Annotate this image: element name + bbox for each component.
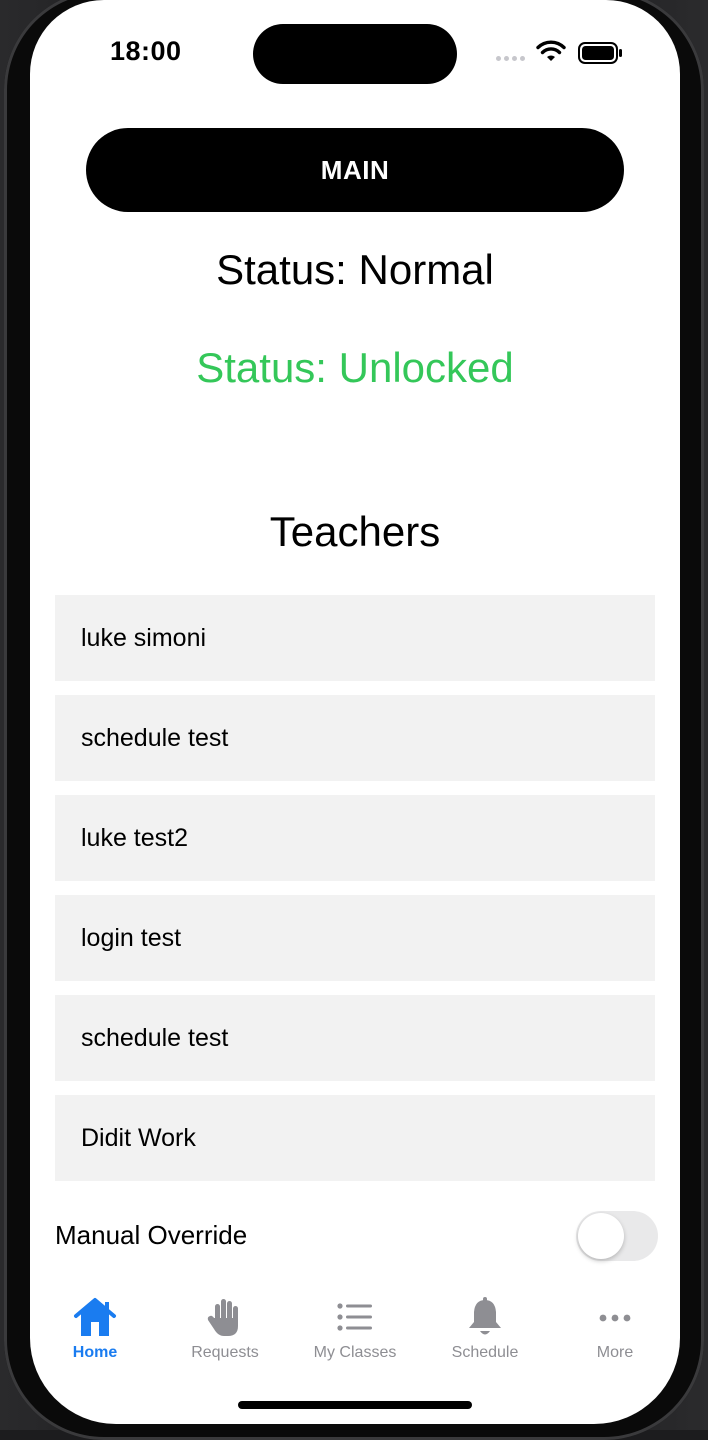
status-lock-text: Status: Unlocked (196, 344, 514, 391)
tab-requests[interactable]: Requests (160, 1290, 290, 1370)
wifi-icon (536, 40, 566, 61)
status-bar-time: 18:00 (110, 36, 182, 66)
dynamic-island (253, 24, 457, 84)
tab-home[interactable]: Home (30, 1290, 160, 1370)
teacher-row[interactable]: login test (55, 895, 655, 981)
status-bar-indicators (494, 38, 628, 68)
status-mode-text: Status: Normal (216, 246, 494, 293)
teacher-row[interactable]: schedule test (55, 995, 655, 1081)
tab-home-label: Home (72, 1344, 118, 1361)
app-screen: 18:00 MAIN Status: Normal Status: Unlock… (30, 0, 680, 1424)
house-icon (74, 1298, 116, 1336)
bell-icon (469, 1297, 501, 1335)
teacher-row[interactable]: schedule test (55, 695, 655, 781)
main-button[interactable]: MAIN (86, 128, 624, 212)
home-indicator[interactable] (238, 1401, 472, 1409)
manual-override-toggle[interactable] (576, 1211, 658, 1261)
tab-my-classes[interactable]: My Classes (290, 1290, 420, 1370)
tab-bar: Home Requests My Classes Schedule More (30, 1290, 680, 1380)
tab-my-classes-label: My Classes (313, 1344, 397, 1361)
teacher-list: luke simoni schedule test luke test2 log… (55, 595, 655, 1195)
manual-override-label: Manual Override (55, 1220, 248, 1250)
hand-icon (207, 1299, 238, 1336)
list-icon (337, 1303, 372, 1331)
tab-schedule[interactable]: Schedule (420, 1290, 550, 1370)
tab-schedule-label: Schedule (451, 1344, 519, 1361)
ellipsis-icon (599, 1314, 631, 1322)
tab-requests-label: Requests (191, 1344, 259, 1361)
teacher-row[interactable]: Didit Work (55, 1095, 655, 1181)
toggle-knob (578, 1213, 624, 1259)
teachers-heading: Teachers (269, 508, 441, 555)
teacher-row[interactable]: luke simoni (55, 595, 655, 681)
teacher-row[interactable]: luke test2 (55, 795, 655, 881)
cellular-signal-icon (496, 56, 528, 61)
battery-icon (578, 42, 622, 64)
tab-more[interactable]: More (550, 1290, 680, 1370)
tab-more-label: More (596, 1344, 634, 1361)
